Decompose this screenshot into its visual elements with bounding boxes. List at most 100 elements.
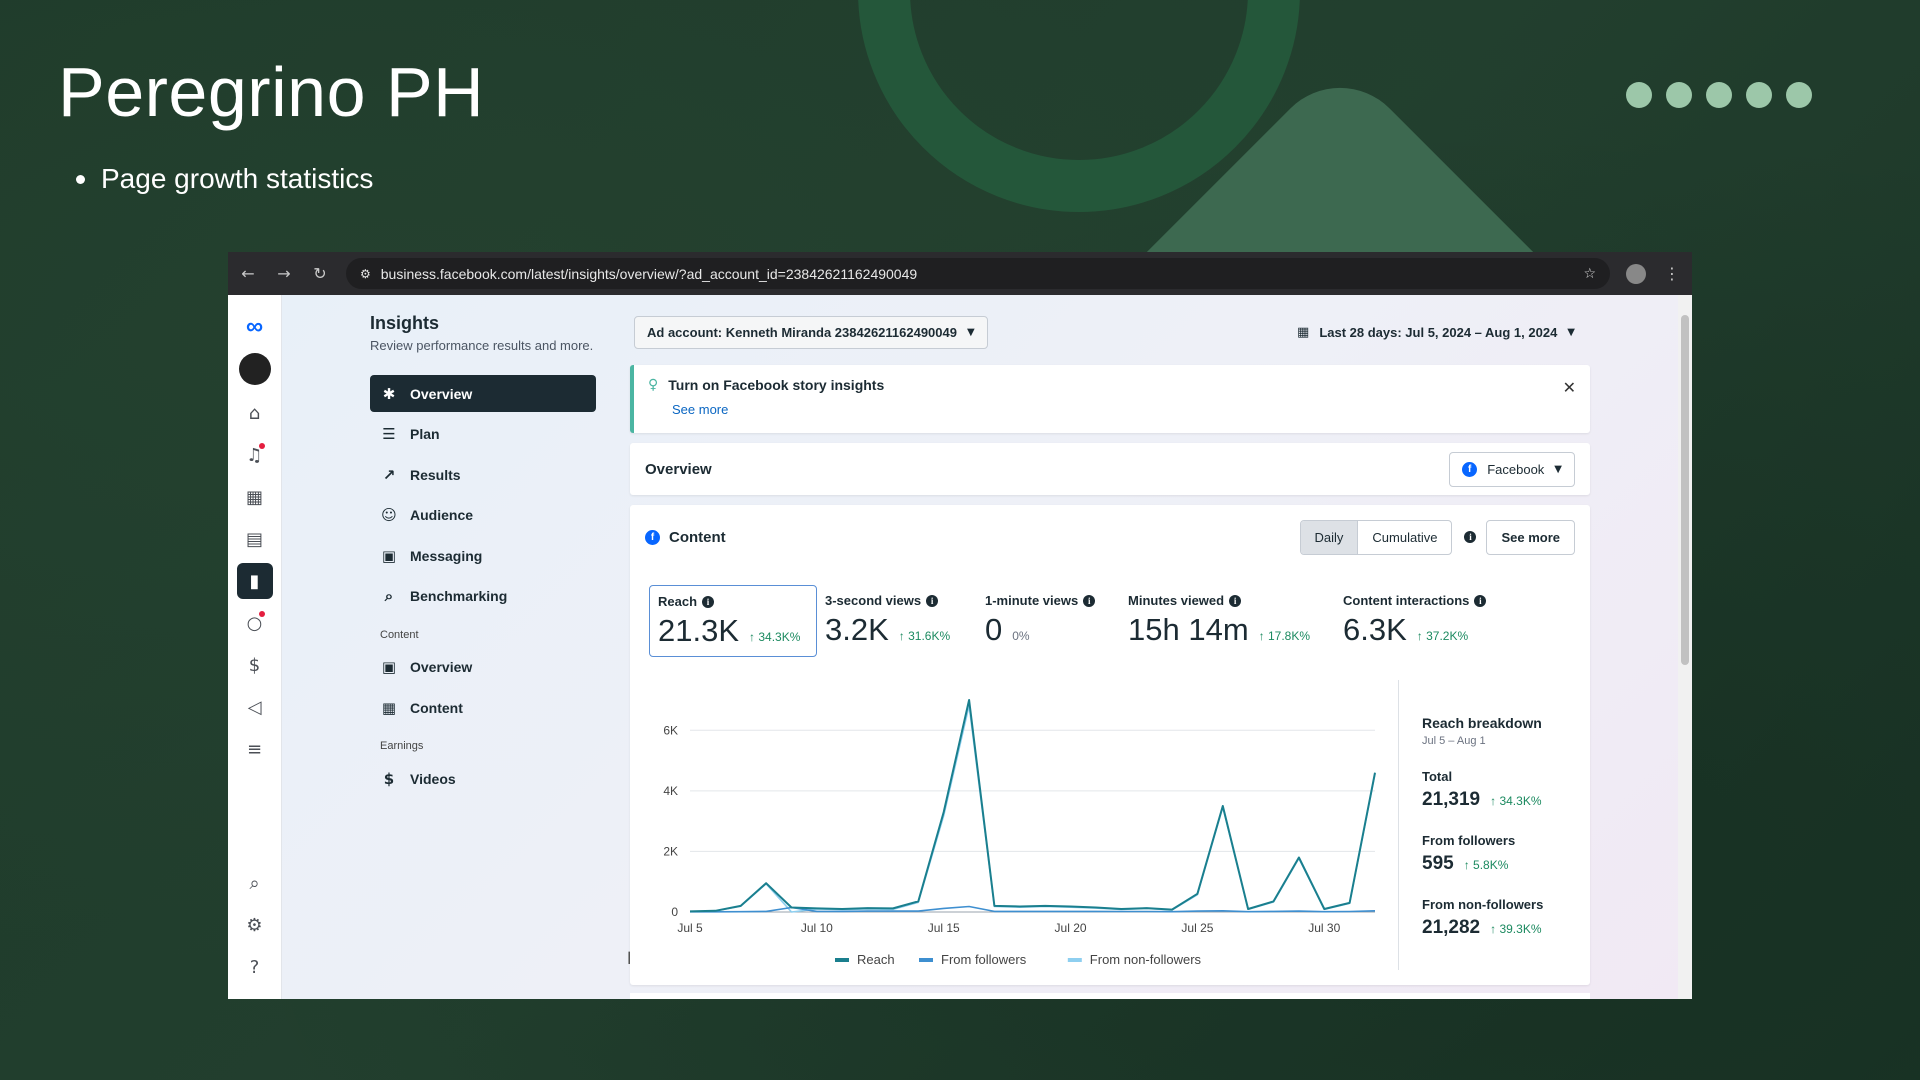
breakdown-value: 595 ↑ 5.8K% [1422,853,1588,875]
info-icon[interactable]: i [1083,594,1096,607]
nav-label: Videos [410,770,456,787]
series-line-reach [689,699,1376,913]
breakdown-change: ↑ 34.3K% [1490,794,1542,808]
breakdown-value: 21,282 ↑ 39.3K% [1422,917,1588,939]
facebook-icon: f [1462,461,1478,477]
banner-see-more-link[interactable]: See more [672,402,1576,417]
reach-breakdown: Reach breakdown Jul 5 – Aug 1 Total 21,3… [1398,680,1588,970]
info-icon[interactable]: i [1464,531,1477,543]
metric-change: 0% [1012,629,1030,643]
messaging-icon: ▣ [381,546,397,565]
breakdown-value: 21,319 ↑ 34.3K% [1422,789,1588,811]
metric-value: 6.3K ↑ 37.2K% [1343,612,1517,648]
forward-icon[interactable]: → [274,264,294,283]
results-icon: ↗ [382,465,396,484]
pages-icon[interactable]: ▤ [237,521,273,557]
series-line-from-non-followers [689,704,1376,913]
nav-label: Plan [410,426,440,442]
info-icon[interactable]: i [1229,594,1242,607]
menu-icon[interactable]: ⋮ [1662,264,1682,283]
metric-number: 6.3K [1343,612,1407,647]
slide-title: Peregrino PH [58,53,485,131]
info-icon[interactable]: i [702,595,715,608]
overview-header: Overview f Facebook ▼ [630,443,1590,495]
browser-toolbar: ← → ↻ ⚙ business.facebook.com/latest/ins… [228,252,1692,295]
insights-icon[interactable]: ▮ [236,563,273,599]
home-icon[interactable]: ⌂ [237,395,273,431]
breakdown-label: From followers [1422,833,1516,848]
nav-item-audience[interactable]: ☺ Audience [370,497,596,534]
address-bar[interactable]: ⚙ business.facebook.com/latest/insights/… [346,258,1610,289]
info-icon[interactable]: i [926,594,939,607]
metric-change: ↑ 31.6K% [898,629,951,643]
bullet-text: Page growth statistics [101,163,374,194]
megaphone-icon[interactable]: ◁ [237,689,273,725]
nav-item-videos[interactable]: $ Videos [370,760,596,797]
menu-icon[interactable]: ≡ [237,731,273,767]
nav-item-content[interactable]: ▦ Content [370,689,596,726]
metric-content-interactions[interactable]: Content interactions i 6.3K ↑ 37.2K% [1335,585,1525,657]
metric-minutes-viewed[interactable]: Minutes viewed i 15h 14m ↑ 17.8K% [1120,585,1335,657]
see-more-button[interactable]: See more [1486,519,1575,555]
platform-dropdown[interactable]: f Facebook ▼ [1449,451,1575,487]
x-tick-label: Jul 15 [928,921,960,935]
message-dot [258,611,265,617]
date-range-picker[interactable]: ▦ Last 28 days: Jul 5, 2024 – Aug 1, 202… [1297,325,1575,340]
platform-label: Facebook [1487,461,1545,477]
page-scrollbar[interactable] [1678,295,1692,999]
dot [1666,82,1692,108]
nav-item-content-overview[interactable]: ▣ Overview [370,649,596,686]
banner-title: ♀ Turn on Facebook story insights [648,377,1576,393]
nav-item-results[interactable]: ↗ Results [370,456,596,493]
insights-nav: Insights Review performance results and … [282,295,642,999]
metric-reach[interactable]: Reach i 21.3K ↑ 34.3K% [649,585,817,657]
star-icon[interactable]: ☆ [1583,266,1596,282]
content-card: f Content Daily Cumulative i See more Re… [630,505,1590,985]
table-icon[interactable]: ▦ [237,479,273,515]
search-icon[interactable]: ⌕ [237,865,273,901]
calendar-icon: ▦ [1297,324,1310,340]
profile-icon[interactable] [1626,263,1646,284]
close-icon[interactable]: ✕ [1563,378,1576,397]
nav-item-plan[interactable]: ☰ Plan [370,416,596,453]
money-icon[interactable]: $ [237,647,273,683]
bullet-dot [76,174,85,184]
page-subtitle: Review performance results and more. [370,338,594,353]
breakdown-label: From non-followers [1422,897,1544,912]
toggle-cumulative[interactable]: Cumulative [1358,521,1451,554]
nav-item-benchmarking[interactable]: ⌕ Benchmarking [370,578,596,615]
toggle-daily[interactable]: Daily [1300,520,1359,554]
lightbulb-icon: ♀ [648,377,659,393]
nav-label: Audience [410,507,474,523]
ad-account-dropdown[interactable]: Ad account: Kenneth Miranda 238426211624… [634,315,988,349]
messages-icon[interactable]: ○ [237,605,273,641]
metric-label: Reach i [658,594,808,609]
facebook-icon: f [645,529,660,545]
metric-change: ↑ 17.8K% [1258,629,1311,643]
meta-logo[interactable]: ∞ [246,313,263,341]
notifications-icon[interactable]: ♫ [237,437,273,473]
y-tick-label: 6K [663,723,678,737]
chevron-down-icon: ▼ [966,326,975,338]
metric-3-second-views[interactable]: 3-second views i 3.2K ↑ 31.6K% [817,585,977,657]
site-info-icon[interactable]: ⚙ [360,267,371,281]
info-icon[interactable]: i [1474,594,1487,607]
nav-item-overview[interactable]: ✱ Overview [370,375,596,412]
nav-label: Content [410,699,463,716]
avatar[interactable] [238,353,271,385]
nav-label: Overview [410,385,473,402]
metric-value: 3.2K ↑ 31.6K% [825,612,969,648]
back-icon[interactable]: ← [238,264,258,283]
nav-item-messaging[interactable]: ▣ Messaging [370,537,596,574]
metric-value: 0 0% [985,612,1112,648]
chevron-down-icon: ▼ [1554,463,1562,475]
content-header: f Content Daily Cumulative i See more [630,505,1590,555]
settings-icon[interactable]: ⚙ [237,907,273,943]
scrollbar-thumb[interactable] [1681,315,1689,665]
metric-1-minute-views[interactable]: 1-minute views i 0 0% [977,585,1120,657]
metric-label: Minutes viewed i [1128,593,1327,608]
x-tick-label: Jul 25 [1181,921,1213,935]
reload-icon[interactable]: ↻ [310,264,330,283]
metric-label-text: Content interactions [1343,593,1470,608]
help-icon[interactable]: ? [237,949,273,985]
